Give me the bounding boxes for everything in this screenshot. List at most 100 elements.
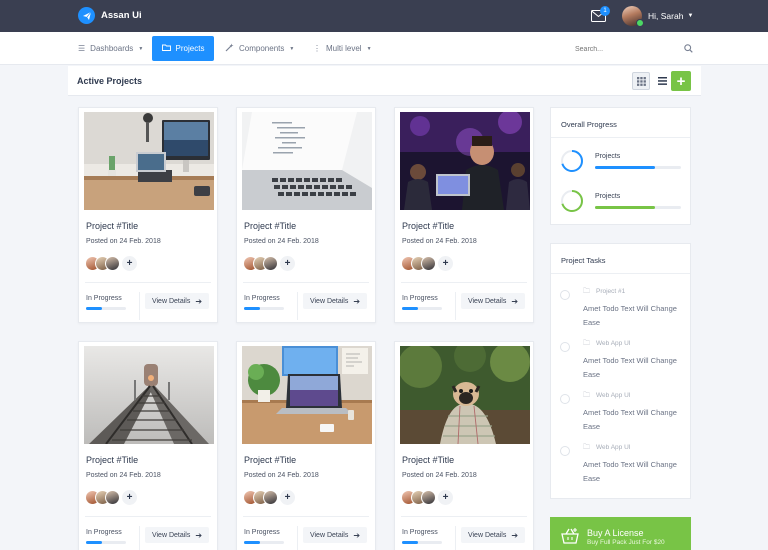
progress-bar-fill xyxy=(595,206,656,209)
avatar[interactable] xyxy=(105,490,120,505)
project-date: Posted on 24 Feb. 2018 xyxy=(402,472,477,479)
progress-ring xyxy=(561,190,583,212)
top-bar: Assan Ui 1 Hi, Sarah ▼ xyxy=(0,0,768,32)
overall-progress-panel: Overall Progress Projects Projects xyxy=(550,107,691,225)
view-details-label: View Details xyxy=(467,531,507,539)
project-image[interactable] xyxy=(84,346,214,444)
task-text: Amet Todo Text Will Change Ease xyxy=(583,304,677,327)
task-checkbox[interactable] xyxy=(560,342,570,352)
divider xyxy=(401,516,527,517)
view-details-label: View Details xyxy=(309,297,349,305)
project-image[interactable] xyxy=(400,112,530,210)
add-project-button[interactable]: + xyxy=(671,71,691,91)
project-progress-bar xyxy=(86,307,126,310)
view-details-button[interactable]: View Details ➔ xyxy=(461,293,525,309)
search-input[interactable] xyxy=(575,46,675,53)
project-progress-bar xyxy=(244,541,284,544)
view-details-label: View Details xyxy=(151,531,191,539)
project-image[interactable] xyxy=(84,112,214,210)
project-status: In Progress xyxy=(402,295,438,302)
project-progress-fill xyxy=(402,541,418,544)
search-icon[interactable] xyxy=(684,44,693,55)
project-image[interactable] xyxy=(400,346,530,444)
content-header: Active Projects + xyxy=(68,66,701,96)
task-checkbox[interactable] xyxy=(560,446,570,456)
view-details-button[interactable]: View Details ➔ xyxy=(303,527,367,543)
folder-icon: 🗀 xyxy=(583,392,590,399)
project-card[interactable]: Project #Title Posted on 24 Feb. 2018 + … xyxy=(236,107,376,323)
project-image[interactable] xyxy=(242,346,372,444)
project-date: Posted on 24 Feb. 2018 xyxy=(244,238,319,245)
divider xyxy=(139,292,140,320)
add-member-button[interactable]: + xyxy=(438,256,453,271)
paper-plane-icon xyxy=(78,7,95,24)
task-category: Web App UI xyxy=(596,340,631,347)
list-view-button[interactable] xyxy=(654,72,670,90)
view-details-button[interactable]: View Details ➔ xyxy=(145,527,209,543)
project-progress-bar xyxy=(402,307,442,310)
nav-projects[interactable]: Projects xyxy=(152,36,214,61)
progress-item: Projects xyxy=(560,149,685,173)
add-member-button[interactable]: + xyxy=(280,490,295,505)
avatar[interactable] xyxy=(263,256,278,271)
divider xyxy=(85,282,211,283)
add-member-button[interactable]: + xyxy=(122,490,137,505)
project-title[interactable]: Project #Title xyxy=(86,455,138,465)
magic-wand-icon xyxy=(225,43,234,54)
divider xyxy=(297,292,298,320)
nav-multi-level-label: Multi level xyxy=(326,44,362,53)
folder-icon xyxy=(161,44,171,53)
avatar[interactable] xyxy=(263,490,278,505)
arrow-right-icon: ➔ xyxy=(511,296,519,306)
divider xyxy=(455,292,456,320)
project-card[interactable]: Project #Title Posted on 24 Feb. 2018 + … xyxy=(78,107,218,323)
divider xyxy=(551,137,690,138)
project-title[interactable]: Project #Title xyxy=(402,221,454,231)
project-status: In Progress xyxy=(86,529,122,536)
folder-icon: 🗀 xyxy=(583,444,590,451)
nav-multi-level[interactable]: ⋮ Multi level ▼ xyxy=(313,40,372,57)
folder-icon: 🗀 xyxy=(583,340,590,347)
view-details-button[interactable]: View Details ➔ xyxy=(461,527,525,543)
project-title[interactable]: Project #Title xyxy=(86,221,138,231)
progress-item-name: Projects xyxy=(595,153,621,160)
add-member-button[interactable]: + xyxy=(438,490,453,505)
main-navbar: ☰ Dashboards ▼ Projects Components ▼ ⋮ M… xyxy=(0,32,768,65)
arrow-right-icon: ➔ xyxy=(353,296,361,306)
add-member-button[interactable]: + xyxy=(280,256,295,271)
brand-logo[interactable]: Assan Ui xyxy=(78,7,142,24)
avatar[interactable] xyxy=(421,490,436,505)
avatar[interactable] xyxy=(421,256,436,271)
avatar[interactable] xyxy=(105,256,120,271)
user-menu[interactable]: Hi, Sarah ▼ xyxy=(622,6,693,27)
view-details-button[interactable]: View Details ➔ xyxy=(303,293,367,309)
divider xyxy=(401,282,527,283)
divider xyxy=(243,516,369,517)
arrow-right-icon: ➔ xyxy=(353,530,361,540)
task-text: Amet Todo Text Will Change Ease xyxy=(583,408,677,431)
project-card[interactable]: Project #Title Posted on 24 Feb. 2018 + … xyxy=(394,341,534,550)
team-members: + xyxy=(243,490,295,505)
project-card[interactable]: Project #Title Posted on 24 Feb. 2018 + … xyxy=(236,341,376,550)
project-tasks-title: Project Tasks xyxy=(561,256,606,265)
view-details-button[interactable]: View Details ➔ xyxy=(145,293,209,309)
grid-view-button[interactable] xyxy=(632,72,650,90)
project-image[interactable] xyxy=(242,112,372,210)
buy-license-button[interactable]: Buy A License Buy Full Pack Just For $20 xyxy=(550,517,691,550)
project-card[interactable]: Project #Title Posted on 24 Feb. 2018 + … xyxy=(394,107,534,323)
project-status: In Progress xyxy=(86,295,122,302)
project-title[interactable]: Project #Title xyxy=(402,455,454,465)
nav-dashboards[interactable]: ☰ Dashboards ▼ xyxy=(78,40,143,57)
task-checkbox[interactable] xyxy=(560,394,570,404)
project-progress-fill xyxy=(244,541,260,544)
team-members: + xyxy=(85,490,137,505)
project-title[interactable]: Project #Title xyxy=(244,455,296,465)
caret-down-icon: ▼ xyxy=(289,45,295,52)
nav-components[interactable]: Components ▼ xyxy=(225,40,294,57)
add-member-button[interactable]: + xyxy=(122,256,137,271)
project-progress-fill xyxy=(402,307,418,310)
project-title[interactable]: Project #Title xyxy=(244,221,296,231)
project-card[interactable]: Project #Title Posted on 24 Feb. 2018 + … xyxy=(78,341,218,550)
project-status: In Progress xyxy=(244,295,280,302)
task-checkbox[interactable] xyxy=(560,290,570,300)
